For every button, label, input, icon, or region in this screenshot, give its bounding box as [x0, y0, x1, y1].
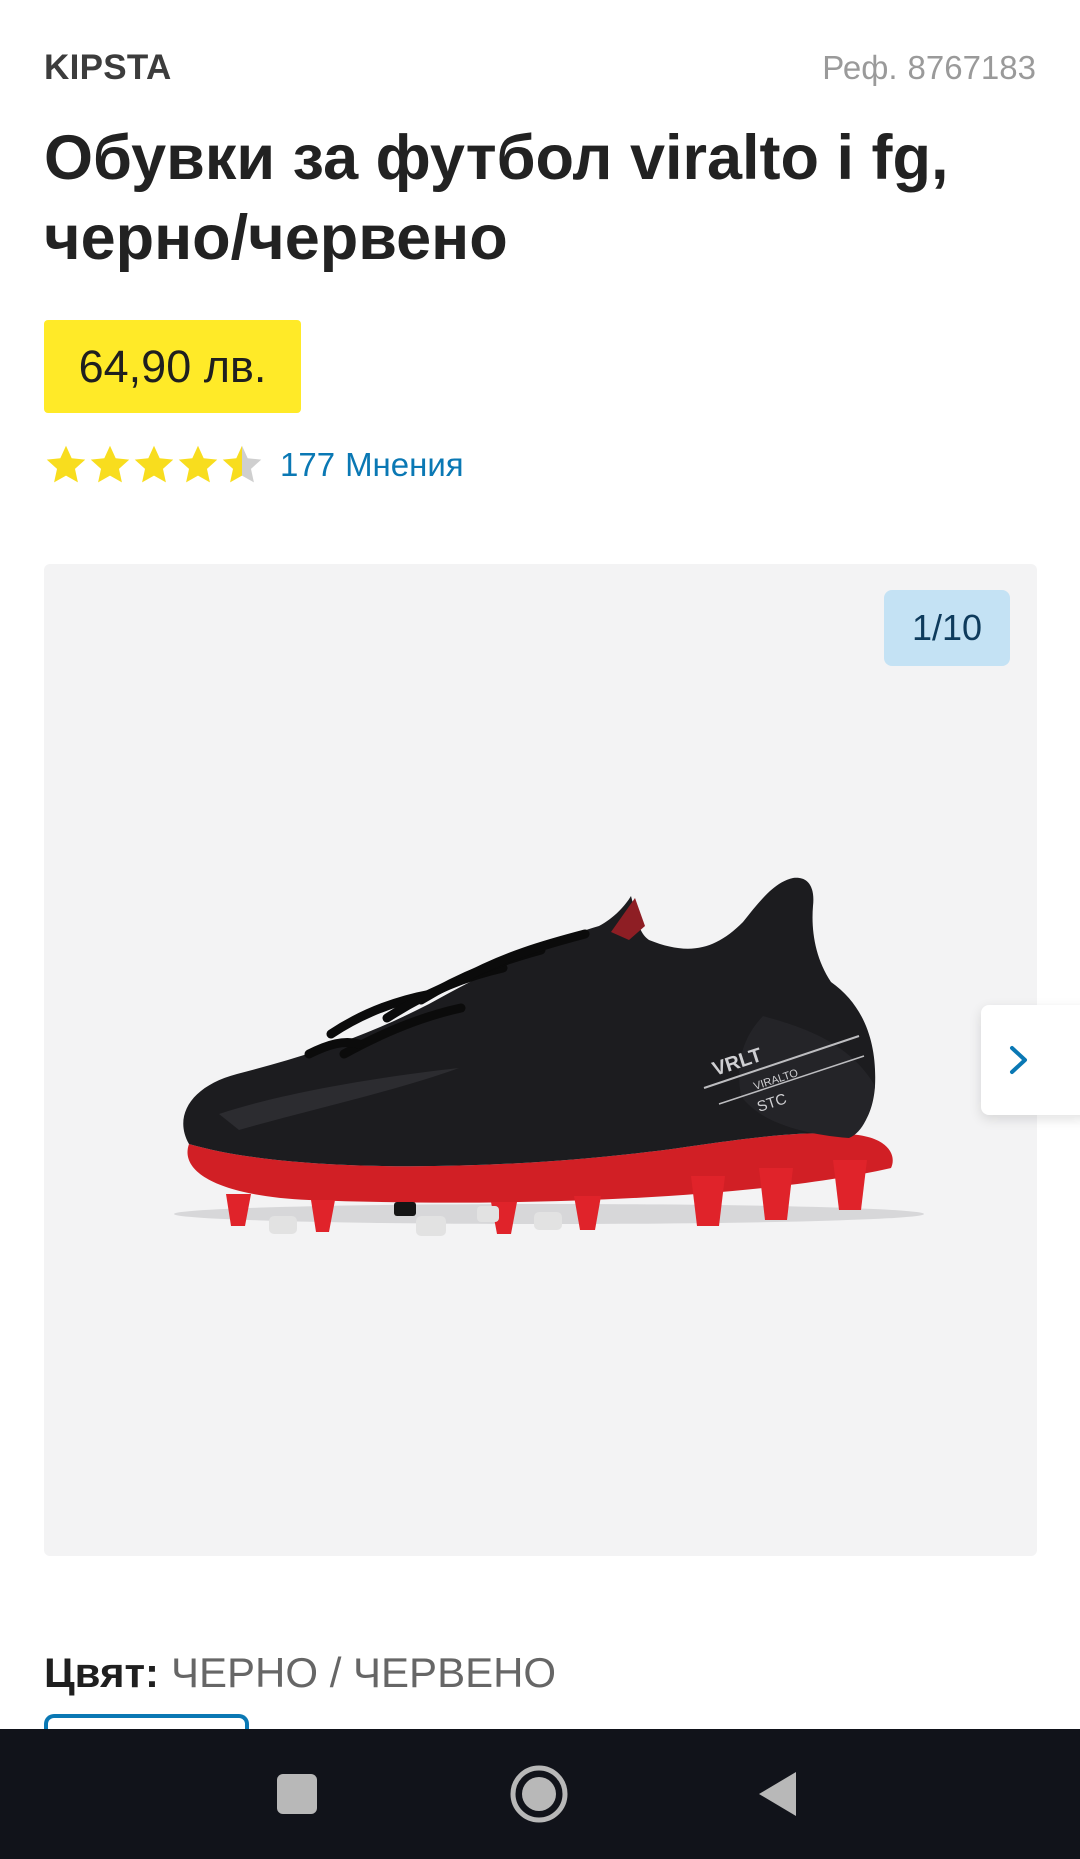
reference-label: Реф.: [822, 49, 898, 86]
product-title-line-1: Обувки за футбол viralto i fg,: [44, 123, 949, 193]
recents-button[interactable]: [232, 1729, 362, 1859]
football-boot-image: VRLT VIRALTO STC: [174, 877, 924, 1236]
review-count: 177: [280, 446, 336, 483]
triangle-back-icon: [759, 1772, 796, 1816]
color-label: Цвят:: [44, 1649, 160, 1696]
image-counter: 1/10: [884, 590, 1010, 666]
reviews-link[interactable]: 177 Мнения: [280, 446, 464, 484]
brand-name[interactable]: KIPSTA: [44, 48, 172, 88]
star-icon: [90, 445, 130, 483]
star-icon: [222, 445, 262, 483]
reference-value: 8767183: [907, 49, 1036, 86]
product-title: Обувки за футбол viralto i fg, черно/чер…: [44, 118, 1034, 278]
brand-row: KIPSTA Реф. 8767183: [44, 46, 1036, 90]
circle-home-icon: [510, 1765, 568, 1823]
system-navigation-bar: [0, 1729, 1080, 1859]
reference-number: Реф. 8767183: [822, 49, 1036, 87]
black-stud: [394, 1202, 416, 1216]
review-label: Мнения: [345, 446, 464, 483]
color-selector: Цвят: ЧЕРНО / ЧЕРВЕНО: [44, 1645, 556, 1701]
product-title-line-2: черно/червено: [44, 203, 508, 273]
back-button[interactable]: [713, 1729, 843, 1859]
rating-summary[interactable]: 177 Мнения: [44, 440, 464, 490]
price-badge: 64,90 лв.: [44, 320, 301, 413]
price-value: 64,90 лв.: [78, 340, 267, 392]
chevron-right-icon: [1010, 1046, 1027, 1074]
color-swatch-selected[interactable]: [44, 1714, 249, 1729]
product-image-gallery[interactable]: 1/10 VRLT VIRALTO STC: [44, 564, 1037, 1556]
gallery-next-button[interactable]: [981, 1005, 1080, 1115]
color-value: ЧЕРНО / ЧЕРВЕНО: [171, 1649, 557, 1696]
home-button[interactable]: [474, 1729, 604, 1859]
star-icon: [178, 445, 218, 483]
square-recents-icon: [277, 1774, 317, 1814]
star-icon: [46, 445, 86, 483]
star-icon: [134, 445, 174, 483]
star-rating: [44, 443, 264, 487]
product-page: KIPSTA Реф. 8767183 Обувки за футбол vira…: [0, 0, 1080, 1729]
